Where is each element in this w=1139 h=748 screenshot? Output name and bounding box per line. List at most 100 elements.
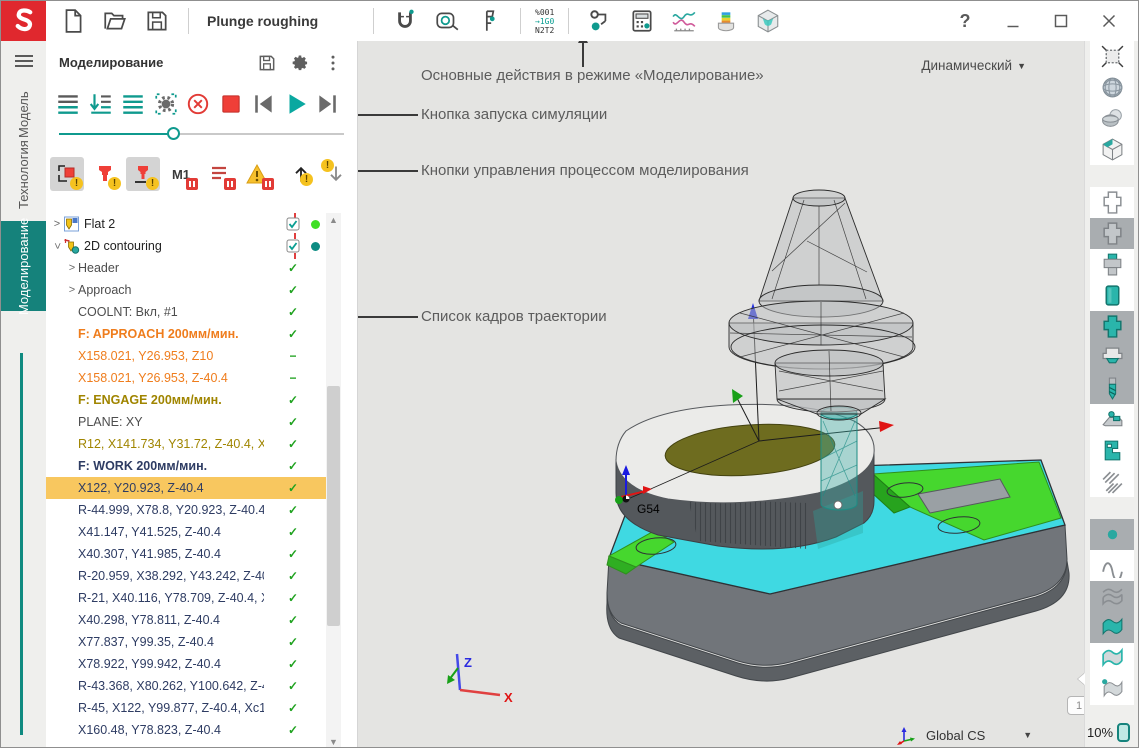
tree-row[interactable]: X77.837, Y99.35, Z-40.4✓ xyxy=(46,631,326,653)
skip-start-icon[interactable] xyxy=(250,91,276,117)
curves-graph-icon[interactable] xyxy=(671,8,697,34)
scrollbar-thumb[interactable] xyxy=(327,386,340,626)
chevron-open-icon[interactable]: > xyxy=(51,240,63,252)
tab-model[interactable]: Модель xyxy=(1,89,46,141)
workpiece-teal-button[interactable] xyxy=(1090,311,1134,342)
zoom-indicator[interactable]: 10% xyxy=(1087,723,1130,742)
tree-row[interactable]: X122, Y20.923, Z-40.4✓ xyxy=(46,477,326,499)
revolve-body-button[interactable] xyxy=(1090,103,1134,134)
maximize-icon[interactable] xyxy=(1050,10,1072,32)
chevron-closed-icon[interactable]: > xyxy=(51,218,63,230)
shaded-sphere-button[interactable] xyxy=(1090,72,1134,103)
enabled-checkbox[interactable] xyxy=(286,217,300,231)
tree-row[interactable]: >2D contouring xyxy=(46,235,326,257)
close-icon[interactable] xyxy=(1098,10,1120,32)
tree-row[interactable]: R12, X141.734, Y31.72, Z-40.4, Xc...✓ xyxy=(46,433,326,455)
machine-button[interactable] xyxy=(1090,435,1134,466)
chevron-closed-icon[interactable]: > xyxy=(66,284,78,296)
tree-row[interactable]: F: APPROACH 200мм/мин.✓ xyxy=(46,323,326,345)
chevron-closed-icon[interactable]: > xyxy=(66,262,78,274)
workpiece-cylinder-button[interactable] xyxy=(1090,280,1134,311)
tree-row[interactable]: R-44.999, X78.8, Y20.923, Z-40.4, ...✓ xyxy=(46,499,326,521)
jump-up-button[interactable]: ! xyxy=(288,161,314,187)
scroll-up-icon[interactable]: ▲ xyxy=(326,213,341,227)
workpiece-teal-top-button[interactable] xyxy=(1090,249,1134,280)
flag-duo-button[interactable] xyxy=(1090,643,1134,674)
coordinate-system-bar[interactable]: Global CS ▼ xyxy=(896,725,1032,745)
tree-scrollbar[interactable]: ▲ ▼ xyxy=(326,213,341,748)
workpiece-gray-button[interactable] xyxy=(1090,218,1134,249)
tree-row[interactable]: R-45, X122, Y99.877, Z-40.4, Xc10...✓ xyxy=(46,697,326,719)
tree-row[interactable]: R-21, X40.116, Y78.709, Z-40.4, X...✓ xyxy=(46,587,326,609)
flag-teal-button[interactable] xyxy=(1090,612,1134,643)
calculator-icon[interactable] xyxy=(629,8,655,34)
tape-measure-icon[interactable] xyxy=(434,8,460,34)
tree-row[interactable]: X160.48, Y78.823, Z-40.4✓ xyxy=(46,719,326,741)
stop-on-warning-button[interactable] xyxy=(240,157,274,191)
tree-row[interactable]: X40.298, Y78.811, Z-40.4✓ xyxy=(46,609,326,631)
tree-row[interactable]: >Approach✓ xyxy=(46,279,326,301)
tree-row[interactable]: F: WORK 200мм/мин.✓ xyxy=(46,455,326,477)
cube-3d-icon[interactable] xyxy=(755,8,781,34)
enabled-checkbox[interactable] xyxy=(286,239,300,253)
frames-list-icon[interactable] xyxy=(120,91,146,117)
tree-row[interactable]: F: ENGAGE 200мм/мин.✓ xyxy=(46,389,326,411)
stop-on-limit-button[interactable]: ! xyxy=(50,157,84,191)
tab-simulation[interactable]: Моделирование xyxy=(1,221,46,311)
tree-row[interactable]: X40.307, Y41.985, Z-40.4✓ xyxy=(46,543,326,565)
new-file-icon[interactable] xyxy=(60,8,86,34)
save-icon[interactable] xyxy=(257,53,277,73)
point-dot-button[interactable] xyxy=(1090,519,1134,550)
open-folder-icon[interactable] xyxy=(102,8,128,34)
skip-end-icon[interactable] xyxy=(315,91,341,117)
toolpath-hatch-button[interactable] xyxy=(1090,466,1134,497)
frames-step-icon[interactable] xyxy=(88,91,114,117)
stop-on-m1-button[interactable]: M1 xyxy=(164,157,198,191)
workpiece-stepped-button[interactable] xyxy=(1090,342,1134,373)
magnet-snap-icon[interactable] xyxy=(392,8,418,34)
kebab-menu-icon[interactable] xyxy=(323,53,343,73)
tab-technology[interactable]: Технология xyxy=(1,141,46,209)
tool-drill-button[interactable] xyxy=(1090,373,1134,404)
minimize-icon[interactable] xyxy=(1002,10,1024,32)
stop-icon[interactable] xyxy=(218,91,244,117)
caliper-icon[interactable] xyxy=(476,8,502,34)
tree-row[interactable]: X158.021, Y26.953, Z-40.4− xyxy=(46,367,326,389)
node-link-icon[interactable] xyxy=(587,8,613,34)
3d-scene[interactable]: G54 Z X xyxy=(358,41,1086,747)
tree-row[interactable]: R-20.959, X38.292, Y43.242, Z-40....✓ xyxy=(46,565,326,587)
tree-row[interactable]: PLANE: XY✓ xyxy=(46,411,326,433)
frames-all-icon[interactable] xyxy=(55,91,81,117)
help-icon[interactable]: ? xyxy=(954,10,976,32)
view-mode-dropdown[interactable]: Динамический ▼ xyxy=(921,58,1026,73)
stop-on-holder-collision-button[interactable]: ! xyxy=(126,157,160,191)
tree-row[interactable]: X78.922, Y99.942, Z-40.4✓ xyxy=(46,653,326,675)
gcode-status-badge[interactable]: %001→1G0N2T2 xyxy=(535,8,554,35)
app-logo[interactable] xyxy=(1,1,46,41)
cancel-icon[interactable] xyxy=(185,91,211,117)
iso-cube-button[interactable] xyxy=(1090,134,1134,165)
tree-row[interactable]: >Header✓ xyxy=(46,257,326,279)
tree-row[interactable]: COOLNT: Вкл, #1✓ xyxy=(46,301,326,323)
curve-wave-button[interactable] xyxy=(1090,550,1134,581)
fit-view-button[interactable] xyxy=(1090,41,1134,72)
save-file-icon[interactable] xyxy=(144,8,170,34)
tree-row[interactable]: R-43.368, X80.262, Y100.642, Z-4...✓ xyxy=(46,675,326,697)
tree-row[interactable]: X158.021, Y26.953, Z10− xyxy=(46,345,326,367)
settings-gear-icon[interactable] xyxy=(290,53,310,73)
workpiece-outline-button[interactable] xyxy=(1090,187,1134,218)
stop-on-collision-button[interactable]: ! xyxy=(88,157,122,191)
3d-viewport[interactable]: G54 Z X Основные действия в режиме «Моде… xyxy=(358,41,1086,747)
scroll-down-icon[interactable]: ▼ xyxy=(326,735,341,748)
fixture-button[interactable] xyxy=(1090,404,1134,435)
tree-row[interactable]: >Flat 2 xyxy=(46,213,326,235)
stop-on-list-button[interactable] xyxy=(202,157,236,191)
hamburger-menu-icon[interactable] xyxy=(1,41,46,81)
layers-stack-icon[interactable] xyxy=(713,8,739,34)
flag-dot-button[interactable] xyxy=(1090,674,1134,705)
collapse-sidebar-icon[interactable] xyxy=(1078,673,1085,685)
slider-knob[interactable] xyxy=(167,127,180,140)
gear-select-icon[interactable] xyxy=(153,91,179,117)
play-icon[interactable] xyxy=(283,91,309,117)
simulation-speed-slider[interactable] xyxy=(59,127,344,141)
